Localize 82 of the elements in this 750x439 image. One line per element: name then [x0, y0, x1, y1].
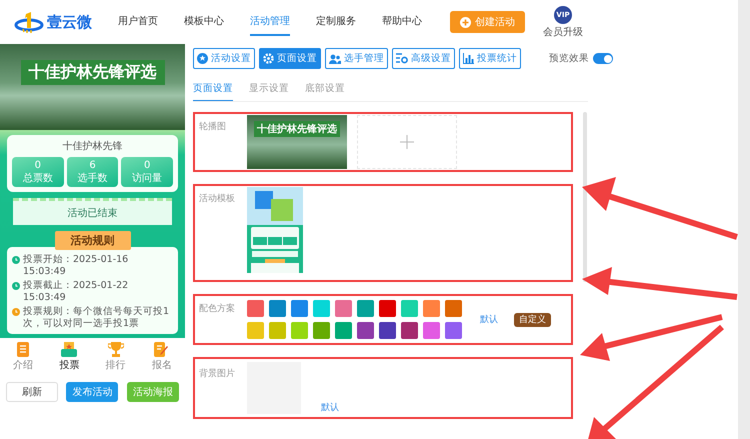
- preview-toggle[interactable]: [593, 53, 613, 64]
- color-swatch[interactable]: [379, 300, 396, 317]
- create-activity-button[interactable]: 创建活动: [450, 11, 525, 33]
- color-swatch[interactable]: [401, 300, 418, 317]
- clock-icon: [12, 282, 20, 290]
- status-banner: 活动已结束: [13, 198, 172, 225]
- sub-tab[interactable]: 底部设置: [305, 80, 345, 101]
- nav-link[interactable]: 帮助中心: [382, 8, 422, 36]
- field-label: 轮播图: [199, 120, 227, 133]
- bottom-nav-item[interactable]: 排行: [106, 342, 126, 372]
- color-swatch[interactable]: [379, 322, 396, 339]
- sub-tab[interactable]: 页面设置: [193, 80, 233, 101]
- action-button[interactable]: 刷新: [6, 382, 58, 402]
- nav-link[interactable]: 活动管理: [250, 8, 290, 36]
- stat-tile: 0 访问量: [121, 157, 174, 187]
- nav-link[interactable]: 模板中心: [184, 8, 224, 36]
- clock-icon: [12, 256, 20, 264]
- member-upgrade-link[interactable]: 会员升级: [543, 24, 583, 38]
- rules-ribbon: 活动规则: [54, 231, 130, 250]
- list-gear-icon: [396, 53, 408, 64]
- clock-icon: [12, 308, 20, 316]
- toolbar-tab[interactable]: 高级设置: [392, 48, 455, 69]
- color-swatch[interactable]: [445, 300, 462, 317]
- trophy-icon: [108, 342, 124, 357]
- color-swatch[interactable]: [335, 300, 352, 317]
- color-swatch[interactable]: [423, 322, 440, 339]
- color-swatch[interactable]: [401, 322, 418, 339]
- document-icon: [16, 342, 30, 357]
- field-label: 配色方案: [199, 302, 236, 315]
- rule-text: 投票截止：2025-01-22 15:03:49: [23, 280, 130, 304]
- nav-link[interactable]: 定制服务: [316, 8, 356, 36]
- plus-circle-icon: [460, 16, 471, 28]
- logo-text: 壹云微: [47, 12, 92, 32]
- default-link[interactable]: 默认: [480, 313, 498, 326]
- action-button[interactable]: 活动海报: [126, 382, 179, 402]
- banner-title: 十佳护林先锋评选: [20, 60, 164, 85]
- color-swatch[interactable]: [269, 322, 286, 339]
- rule-text: 投票规则：每个微信号每天可投1次，可以对同一选手投1票: [23, 306, 170, 330]
- color-swatch[interactable]: [445, 322, 462, 339]
- color-swatch[interactable]: [335, 322, 352, 339]
- color-swatch[interactable]: [357, 300, 374, 317]
- color-swatch[interactable]: [269, 300, 286, 317]
- upload-add-button[interactable]: [357, 115, 457, 169]
- preview-toggle-label: 预览效果: [549, 52, 589, 65]
- color-swatch[interactable]: [247, 300, 264, 317]
- toolbar-tab[interactable]: 页面设置: [259, 48, 321, 69]
- logo-icon: [14, 11, 44, 33]
- ballot-box-icon: [61, 342, 78, 357]
- plus-icon: [400, 135, 414, 149]
- color-swatch[interactable]: [357, 322, 374, 339]
- custom-button[interactable]: 自定义: [514, 312, 551, 326]
- users-icon: [329, 54, 341, 64]
- banner-title: 十佳护林先锋评选: [254, 121, 340, 137]
- color-swatch[interactable]: [423, 300, 440, 317]
- star-icon: [197, 53, 208, 64]
- toolbar-tab[interactable]: 活动设置: [193, 48, 255, 69]
- stat-tile: 0 总票数: [12, 157, 64, 187]
- sub-tab[interactable]: 显示设置: [249, 80, 289, 101]
- field-label: 背景图片: [199, 368, 236, 380]
- rule-text: 投票开始：2025-01-16 15:03:49: [23, 254, 130, 278]
- toolbar-tab[interactable]: 选手管理: [325, 48, 388, 69]
- bottom-nav-item[interactable]: 投票: [59, 342, 80, 372]
- bottom-nav-item[interactable]: 报名: [152, 342, 172, 372]
- color-swatch[interactable]: [247, 322, 264, 339]
- bottom-nav-item[interactable]: 介绍: [13, 342, 34, 372]
- page-scrollbar[interactable]: [738, 0, 750, 439]
- banner-thumbnail[interactable]: 十佳护林先锋评选: [247, 115, 347, 169]
- color-swatch[interactable]: [313, 322, 330, 339]
- activity-name: 十佳护林先锋: [62, 140, 124, 153]
- gear-icon: [263, 53, 274, 64]
- form-pencil-icon: [154, 342, 170, 357]
- bar-chart-icon: [463, 53, 474, 64]
- template-thumbnail-drawing[interactable]: [247, 187, 303, 279]
- color-swatch[interactable]: [291, 322, 308, 339]
- stat-tile: 6 选手数: [66, 157, 118, 187]
- color-swatch[interactable]: [313, 300, 330, 317]
- nav-link[interactable]: 用户首页: [118, 8, 158, 36]
- default-link[interactable]: 默认: [321, 401, 339, 414]
- action-button[interactable]: 发布活动: [66, 382, 118, 402]
- color-swatch[interactable]: [291, 300, 308, 317]
- field-label: 活动模板: [199, 192, 236, 205]
- toolbar-tab[interactable]: 投票统计: [459, 48, 521, 69]
